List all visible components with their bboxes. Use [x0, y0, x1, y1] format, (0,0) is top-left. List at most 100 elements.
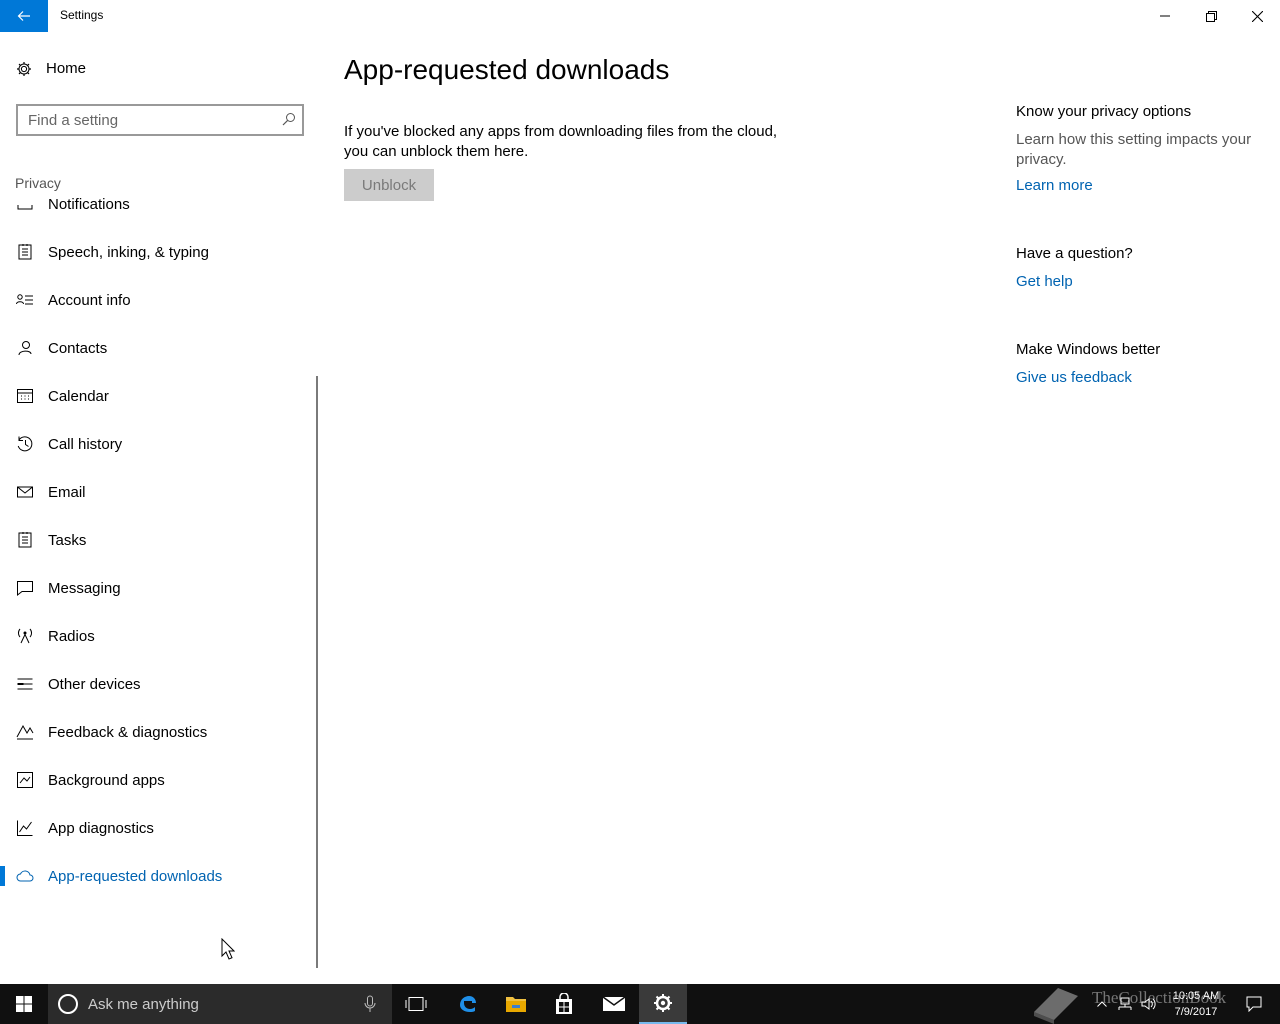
clock-time: 10:05 AM [1172, 990, 1220, 1002]
minimize-button[interactable] [1142, 0, 1188, 32]
unblock-button[interactable]: Unblock [344, 169, 434, 201]
sidebar-item-label: Feedback & diagnostics [48, 723, 208, 741]
settings-taskbar-button[interactable] [639, 984, 687, 1024]
sidebar-item-app-diagnostics[interactable]: App diagnostics [0, 804, 316, 852]
network-tray-button[interactable] [1114, 984, 1136, 1024]
privacy-options-text: Learn how this setting impacts your priv… [1016, 131, 1252, 168]
speech-icon [16, 243, 34, 261]
sidebar-item-call-history[interactable]: Call history [0, 420, 316, 468]
sidebar-item-label: Other devices [48, 675, 141, 693]
sidebar-item-label: Call history [48, 435, 123, 453]
active-indicator [0, 866, 5, 886]
taskbar: Ask me anything TheCollectionBook 10:05 … [0, 984, 1280, 1024]
settings-search[interactable] [16, 104, 304, 136]
sidebar-item-label: Email [48, 483, 86, 501]
show-hidden-icons-button[interactable] [1092, 984, 1112, 1024]
store-bag-icon [556, 993, 572, 1014]
mail-icon [602, 996, 626, 1011]
edge-browser-button[interactable] [443, 984, 491, 1024]
cloud-icon [16, 867, 34, 885]
start-button[interactable] [0, 984, 48, 1024]
sidebar-item-app-requested-downloads[interactable]: App-requested downloads [0, 852, 316, 900]
feedback-icon [16, 723, 34, 741]
chevron-up-icon [1097, 1001, 1107, 1007]
question-heading: Have a question? [1016, 245, 1133, 262]
back-arrow-icon [17, 11, 30, 21]
sidebar-item-email[interactable]: Email [0, 468, 316, 516]
give-feedback-link[interactable]: Give us feedback [1016, 369, 1132, 386]
sidebar-scrollbar[interactable] [316, 376, 318, 968]
page-title: App-requested downloads [344, 54, 670, 85]
title-bar: Settings [0, 0, 1280, 32]
minimize-icon [1160, 15, 1170, 17]
call-history-icon [16, 435, 34, 453]
windows-logo-icon [16, 996, 32, 1012]
gear-icon [17, 61, 31, 76]
learn-more-link[interactable]: Learn more [1016, 177, 1093, 194]
sidebar-item-label: Background apps [48, 771, 165, 789]
calendar-icon [16, 387, 34, 405]
notifications-icon [16, 195, 34, 213]
sidebar-item-other-devices[interactable]: Other devices [0, 660, 316, 708]
close-icon [1251, 10, 1263, 22]
privacy-nav-list: Notifications Speech, inking, & typing A… [0, 182, 316, 972]
sidebar-item-account-info[interactable]: Account info [0, 276, 316, 324]
get-help-link[interactable]: Get help [1016, 273, 1073, 290]
sidebar-item-label: Account info [48, 291, 131, 309]
back-button[interactable] [0, 0, 48, 32]
sidebar-item-messaging[interactable]: Messaging [0, 564, 316, 612]
sidebar-item-tasks[interactable]: Tasks [0, 516, 316, 564]
store-button[interactable] [540, 984, 588, 1024]
edge-icon [460, 996, 476, 1012]
privacy-options-heading: Know your privacy options [1016, 103, 1192, 120]
folder-icon [506, 997, 526, 1012]
sidebar-item-speech[interactable]: Speech, inking, & typing [0, 228, 316, 276]
gear-icon [654, 994, 672, 1012]
restore-button[interactable] [1188, 0, 1234, 32]
cortana-search-box[interactable]: Ask me anything [48, 984, 392, 1024]
page-description: If you've blocked any apps from download… [344, 123, 778, 160]
sidebar-item-background-apps[interactable]: Background apps [0, 756, 316, 804]
sidebar-item-label: Speech, inking, & typing [48, 243, 209, 261]
settings-window: Settings Home Find a setting Privacy Not… [0, 0, 1280, 984]
make-windows-better-heading: Make Windows better [1016, 341, 1161, 358]
book-logo-icon [1034, 988, 1078, 1024]
volume-tray-button[interactable] [1138, 984, 1160, 1024]
background-apps-icon [16, 771, 34, 789]
email-icon [16, 483, 34, 501]
app-diagnostics-icon [16, 819, 34, 837]
messaging-icon [16, 579, 34, 597]
clock-date: 7/9/2017 [1174, 1006, 1218, 1018]
cortana-icon [58, 994, 78, 1014]
sidebar-item-label: App diagnostics [48, 819, 154, 837]
task-view-icon [405, 997, 427, 1011]
account-info-icon [16, 291, 34, 309]
action-center-button[interactable] [1236, 984, 1272, 1024]
sidebar-item-contacts[interactable]: Contacts [0, 324, 316, 372]
search-input[interactable] [28, 111, 268, 129]
taskbar-clock[interactable]: 10:05 AM 7/9/2017 [1160, 988, 1232, 1020]
search-icon [282, 113, 295, 126]
sidebar-item-calendar[interactable]: Calendar [0, 372, 316, 420]
sidebar-item-notifications[interactable]: Notifications [0, 182, 316, 228]
sidebar-item-label: Contacts [48, 339, 108, 357]
other-devices-icon [16, 675, 34, 693]
close-button[interactable] [1234, 0, 1280, 32]
sidebar-item-label: Notifications [48, 195, 130, 213]
mail-button[interactable] [590, 984, 638, 1024]
speaker-icon [1141, 998, 1156, 1010]
sidebar: Home Privacy Notifications Speec [0, 32, 320, 984]
microphone-icon[interactable] [364, 995, 376, 1013]
sidebar-item-feedback[interactable]: Feedback & diagnostics [0, 708, 316, 756]
sidebar-item-radios[interactable]: Radios [0, 612, 316, 660]
radios-icon [16, 627, 34, 645]
file-explorer-button[interactable] [492, 984, 540, 1024]
window-title: Settings [60, 8, 104, 22]
home-nav-item[interactable]: Home [16, 60, 86, 77]
network-icon [1118, 997, 1132, 1010]
sidebar-item-label: App-requested downloads [48, 867, 223, 885]
sidebar-item-label: Messaging [48, 579, 121, 597]
sidebar-item-label: Tasks [48, 531, 87, 549]
task-view-button[interactable] [392, 984, 440, 1024]
home-label: Home [46, 60, 87, 77]
